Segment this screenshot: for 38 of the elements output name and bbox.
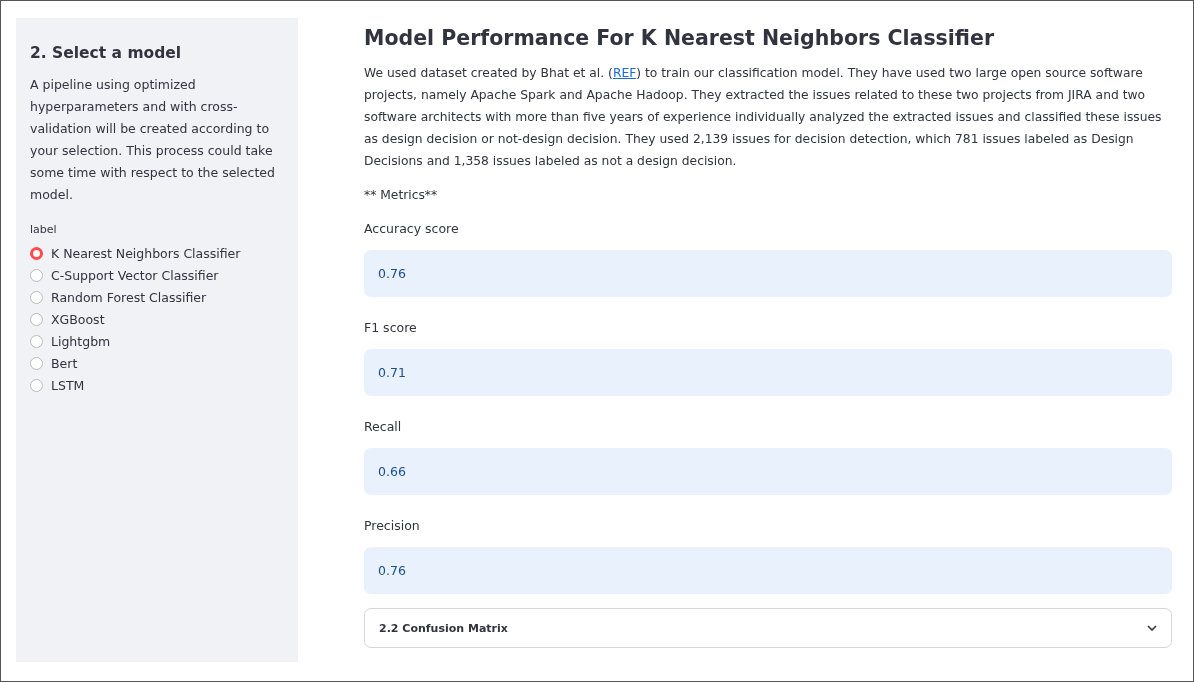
- radio-option[interactable]: Bert: [30, 352, 284, 374]
- sidebar-heading: 2. Select a model: [30, 44, 183, 62]
- radio-option[interactable]: Random Forest Classifier: [30, 286, 284, 308]
- option-label[interactable]: Lightgbm: [51, 333, 111, 349]
- description-text: A pipeline using optimized hyperparameters and with cross-validation will be created according to your selection. This process could take some time with respect to the selected model.: [30, 76, 276, 204]
- ref-link[interactable]: REF: [612, 66, 637, 80]
- radio-option[interactable]: XGBoost: [30, 308, 284, 330]
- metrics-heading: ** Metrics**: [364, 188, 438, 202]
- radio-button[interactable]: [30, 378, 43, 392]
- metric-value: 0.76: [378, 266, 406, 281]
- radio-option[interactable]: C-Support Vector Classifier: [30, 264, 284, 286]
- option-label[interactable]: XGBoost: [51, 311, 105, 327]
- radio-option[interactable]: Lightgbm: [30, 330, 284, 352]
- option-label[interactable]: LSTM: [51, 377, 85, 393]
- radio-button[interactable]: [30, 246, 43, 260]
- radio-button[interactable]: [30, 312, 43, 326]
- page-title: Model Performance For K Nearest Neighbors Classifier: [364, 26, 996, 50]
- metric-value: 0.76: [378, 563, 406, 578]
- chevron-down-icon[interactable]: [1147, 625, 1157, 631]
- radio-button[interactable]: [30, 290, 43, 304]
- intro-paragraph: We used dataset created by Bhat et al. (REF) to train our classification model. They have used two large open source software projects, namely Apache Spark and Apache Hadoop. They extracted the issues related to these two projects from JIRA and two software architects with more than five years of experience individually analyzed the extracted issues and classified these issues as design decision or not-design decision. They used 2,139 issues for decision detection, which 781 issues labeled as Design Decisions and 1,358 issues labeled as not a design decision.: [364, 65, 1163, 170]
- option-label[interactable]: K Nearest Neighbors Classifier: [51, 245, 241, 261]
- radio-option[interactable]: K Nearest Neighbors Classifier: [30, 242, 284, 264]
- metric-label: F1 score: [364, 320, 417, 335]
- option-label[interactable]: Bert: [51, 355, 78, 371]
- radio-button[interactable]: [30, 268, 43, 282]
- option-label[interactable]: Random Forest Classifier: [51, 289, 207, 305]
- radio-group-label: label: [30, 223, 57, 236]
- metric-value: 0.71: [378, 365, 406, 380]
- option-label[interactable]: C-Support Vector Classifier: [51, 267, 219, 283]
- radio-option[interactable]: LSTM: [30, 374, 284, 396]
- radio-button[interactable]: [30, 334, 43, 348]
- metric-label: Accuracy score: [364, 221, 459, 236]
- metric-label: Recall: [364, 419, 402, 434]
- radio-button[interactable]: [30, 356, 43, 370]
- metric-label: Precision: [364, 518, 420, 533]
- metric-value: 0.66: [378, 464, 406, 479]
- expander-header[interactable]: 2.2 Confusion Matrix: [364, 608, 1172, 648]
